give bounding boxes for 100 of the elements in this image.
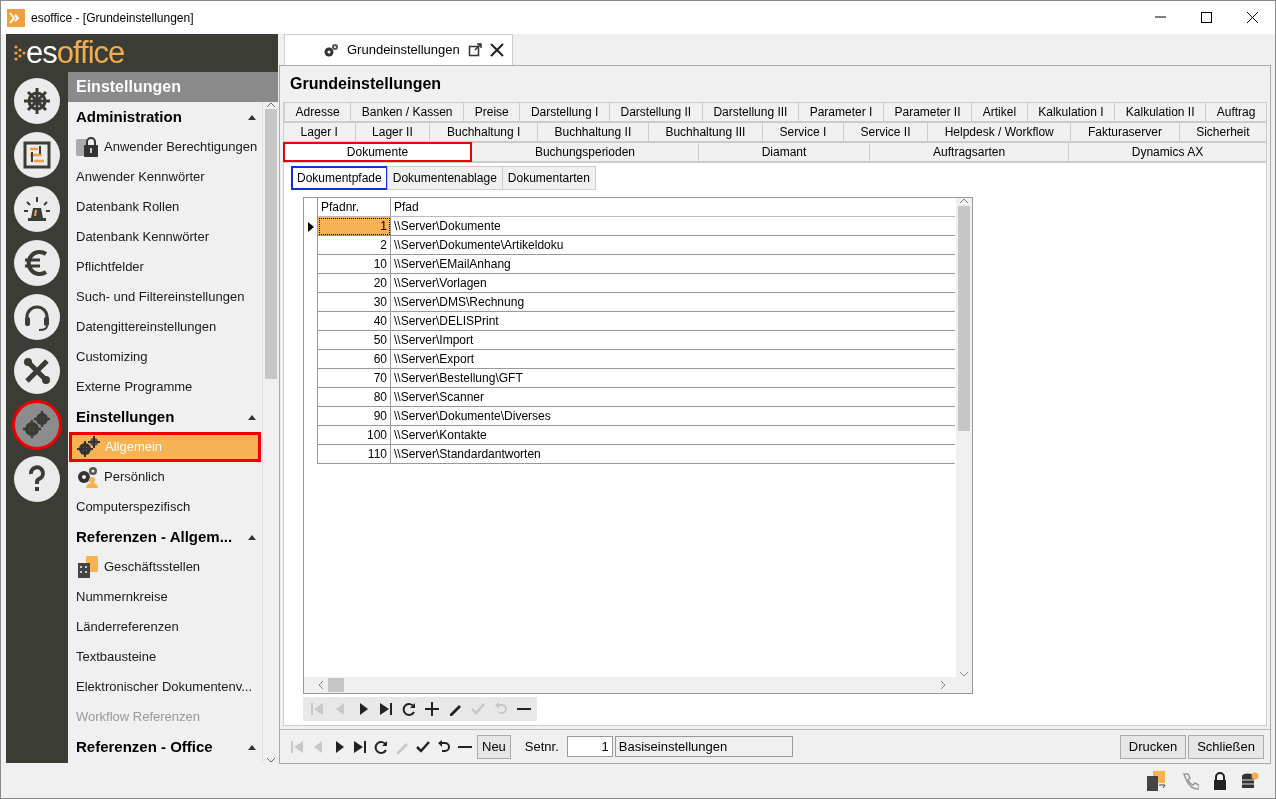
- section-header[interactable]: Administration: [76, 105, 182, 129]
- tab[interactable]: Adresse: [284, 102, 352, 122]
- table-cell[interactable]: 40: [318, 312, 391, 331]
- tab[interactable]: Lager I: [283, 122, 356, 142]
- building-icon[interactable]: [1145, 771, 1167, 791]
- scroll-left-icon[interactable]: [318, 681, 324, 689]
- table-cell[interactable]: \\Server\Import: [391, 331, 955, 350]
- table-cell[interactable]: \\Server\Dokumente\Artikeldoku: [391, 236, 955, 255]
- tab[interactable]: Kalkulation I: [1027, 102, 1116, 122]
- tab[interactable]: Artikel: [972, 102, 1028, 122]
- column-header[interactable]: Pfad: [391, 198, 955, 217]
- siren-icon[interactable]: [22, 194, 52, 224]
- scrollbar[interactable]: [262, 102, 278, 763]
- table-cell[interactable]: 70: [318, 369, 391, 388]
- tab[interactable]: Parameter II: [883, 102, 973, 122]
- gears-icon[interactable]: [22, 410, 52, 440]
- menu-item[interactable]: Datengittereinstellungen: [68, 312, 262, 342]
- table-cell[interactable]: \\Server\Scanner: [391, 388, 955, 407]
- tab[interactable]: Auftrag: [1206, 102, 1268, 122]
- tab[interactable]: Darstellung I: [520, 102, 610, 122]
- menu-item[interactable]: Anwender Kennwörter: [68, 162, 262, 192]
- scroll-right-icon[interactable]: [940, 681, 946, 689]
- menu-item[interactable]: Pflichtfelder: [68, 252, 262, 282]
- scroll-up-icon[interactable]: [960, 198, 968, 204]
- collapse-icon[interactable]: [248, 744, 256, 750]
- tab[interactable]: Kalkulation II: [1115, 102, 1207, 122]
- tab[interactable]: Lager II: [355, 122, 431, 142]
- tab[interactable]: Fakturaserver: [1071, 122, 1180, 142]
- table-cell[interactable]: 2: [318, 236, 391, 255]
- tab[interactable]: Service I: [763, 122, 844, 142]
- collapse-icon[interactable]: [248, 414, 256, 420]
- table-cell[interactable]: 80: [318, 388, 391, 407]
- tab[interactable]: Darstellung III: [702, 102, 800, 122]
- tab[interactable]: Dokumentenablage: [386, 166, 503, 190]
- button[interactable]: Drucken: [1119, 734, 1187, 759]
- scrollbar[interactable]: [956, 198, 972, 677]
- board-icon[interactable]: [22, 140, 52, 170]
- table-cell[interactable]: 10: [318, 255, 391, 274]
- table-cell[interactable]: \\Server\DELISPrint: [391, 312, 955, 331]
- menu-item[interactable]: Elektronischer Dokumentenv...: [68, 672, 262, 702]
- tab[interactable]: Dokumentarten: [501, 166, 596, 190]
- tab[interactable]: Preise: [464, 102, 521, 122]
- menu-item[interactable]: Länderreferenzen: [68, 612, 262, 642]
- menu-item[interactable]: Computerspezifisch: [68, 492, 262, 522]
- table-cell[interactable]: \\Server\Standardantworten: [391, 445, 955, 464]
- database-icon[interactable]: [1241, 771, 1259, 791]
- tab[interactable]: Banken / Kassen: [351, 102, 465, 122]
- table-cell[interactable]: \\Server\Vorlagen: [391, 274, 955, 293]
- helm-icon[interactable]: [22, 86, 52, 116]
- collapse-icon[interactable]: [248, 114, 256, 120]
- table-cell[interactable]: \\Server\Kontakte: [391, 426, 955, 445]
- tab[interactable]: Helpdesk / Workflow: [928, 122, 1072, 142]
- menu-item[interactable]: Persönlich: [68, 462, 262, 492]
- tab[interactable]: Diamant: [698, 142, 871, 162]
- scrollbar[interactable]: [304, 677, 972, 693]
- menu-item[interactable]: Datenbank Rollen: [68, 192, 262, 222]
- table-cell[interactable]: 1: [318, 217, 391, 236]
- tab[interactable]: Dokumente: [283, 142, 473, 162]
- tools-icon[interactable]: [22, 356, 52, 386]
- tab[interactable]: Service II: [843, 122, 929, 142]
- table-cell[interactable]: \\Server\Export: [391, 350, 955, 369]
- table-cell[interactable]: 100: [318, 426, 391, 445]
- scroll-up-icon[interactable]: [266, 102, 275, 107]
- tab[interactable]: Dokumentpfade: [291, 166, 388, 190]
- scroll-down-icon[interactable]: [266, 757, 275, 763]
- tab[interactable]: Darstellung II: [609, 102, 703, 122]
- tab[interactable]: Parameter I: [799, 102, 884, 122]
- tab[interactable]: Buchhaltung I: [430, 122, 538, 142]
- collapse-icon[interactable]: [248, 534, 256, 540]
- menu-item[interactable]: Textbausteine: [68, 642, 262, 672]
- menu-item[interactable]: Datenbank Kennwörter: [68, 222, 262, 252]
- menu-item[interactable]: Such- und Filtereinstellungen: [68, 282, 262, 312]
- tab[interactable]: Dynamics AX: [1068, 142, 1267, 162]
- menu-item[interactable]: Geschäftsstellen: [68, 552, 262, 582]
- menu-item[interactable]: Anwender Berechtigungen: [68, 132, 262, 162]
- table-cell[interactable]: 60: [318, 350, 391, 369]
- table-cell[interactable]: \\Server\DMS\Rechnung: [391, 293, 955, 312]
- menu-item[interactable]: Customizing: [68, 342, 262, 372]
- table-cell[interactable]: 30: [318, 293, 391, 312]
- table-cell[interactable]: \\Server\EMailAnhang: [391, 255, 955, 274]
- scroll-thumb[interactable]: [328, 678, 344, 692]
- tab[interactable]: Auftragsarten: [870, 142, 1069, 162]
- number-field[interactable]: 1: [566, 736, 613, 757]
- close-icon[interactable]: [489, 43, 504, 57]
- section-header[interactable]: Referenzen - Allgem...: [76, 525, 233, 549]
- tab[interactable]: Buchhaltung II: [537, 122, 649, 142]
- popout-icon[interactable]: [467, 43, 482, 57]
- table-cell[interactable]: 90: [318, 407, 391, 426]
- menu-item[interactable]: Nummernkreise: [68, 582, 262, 612]
- scroll-down-icon[interactable]: [960, 671, 968, 677]
- new-button[interactable]: Neu: [477, 734, 511, 759]
- tab[interactable]: Buchungsperioden: [472, 142, 699, 162]
- section-header[interactable]: Einstellungen: [76, 405, 175, 429]
- table-cell[interactable]: 50: [318, 331, 391, 350]
- table-cell[interactable]: 20: [318, 274, 391, 293]
- table-cell[interactable]: \\Server\Dokumente: [391, 217, 955, 236]
- table-cell[interactable]: 110: [318, 445, 391, 464]
- table-cell[interactable]: \\Server\Dokumente\Diverses: [391, 407, 955, 426]
- document-tab[interactable]: Grundeinstellungen: [284, 34, 513, 65]
- section-header[interactable]: Referenzen - Office: [76, 735, 213, 759]
